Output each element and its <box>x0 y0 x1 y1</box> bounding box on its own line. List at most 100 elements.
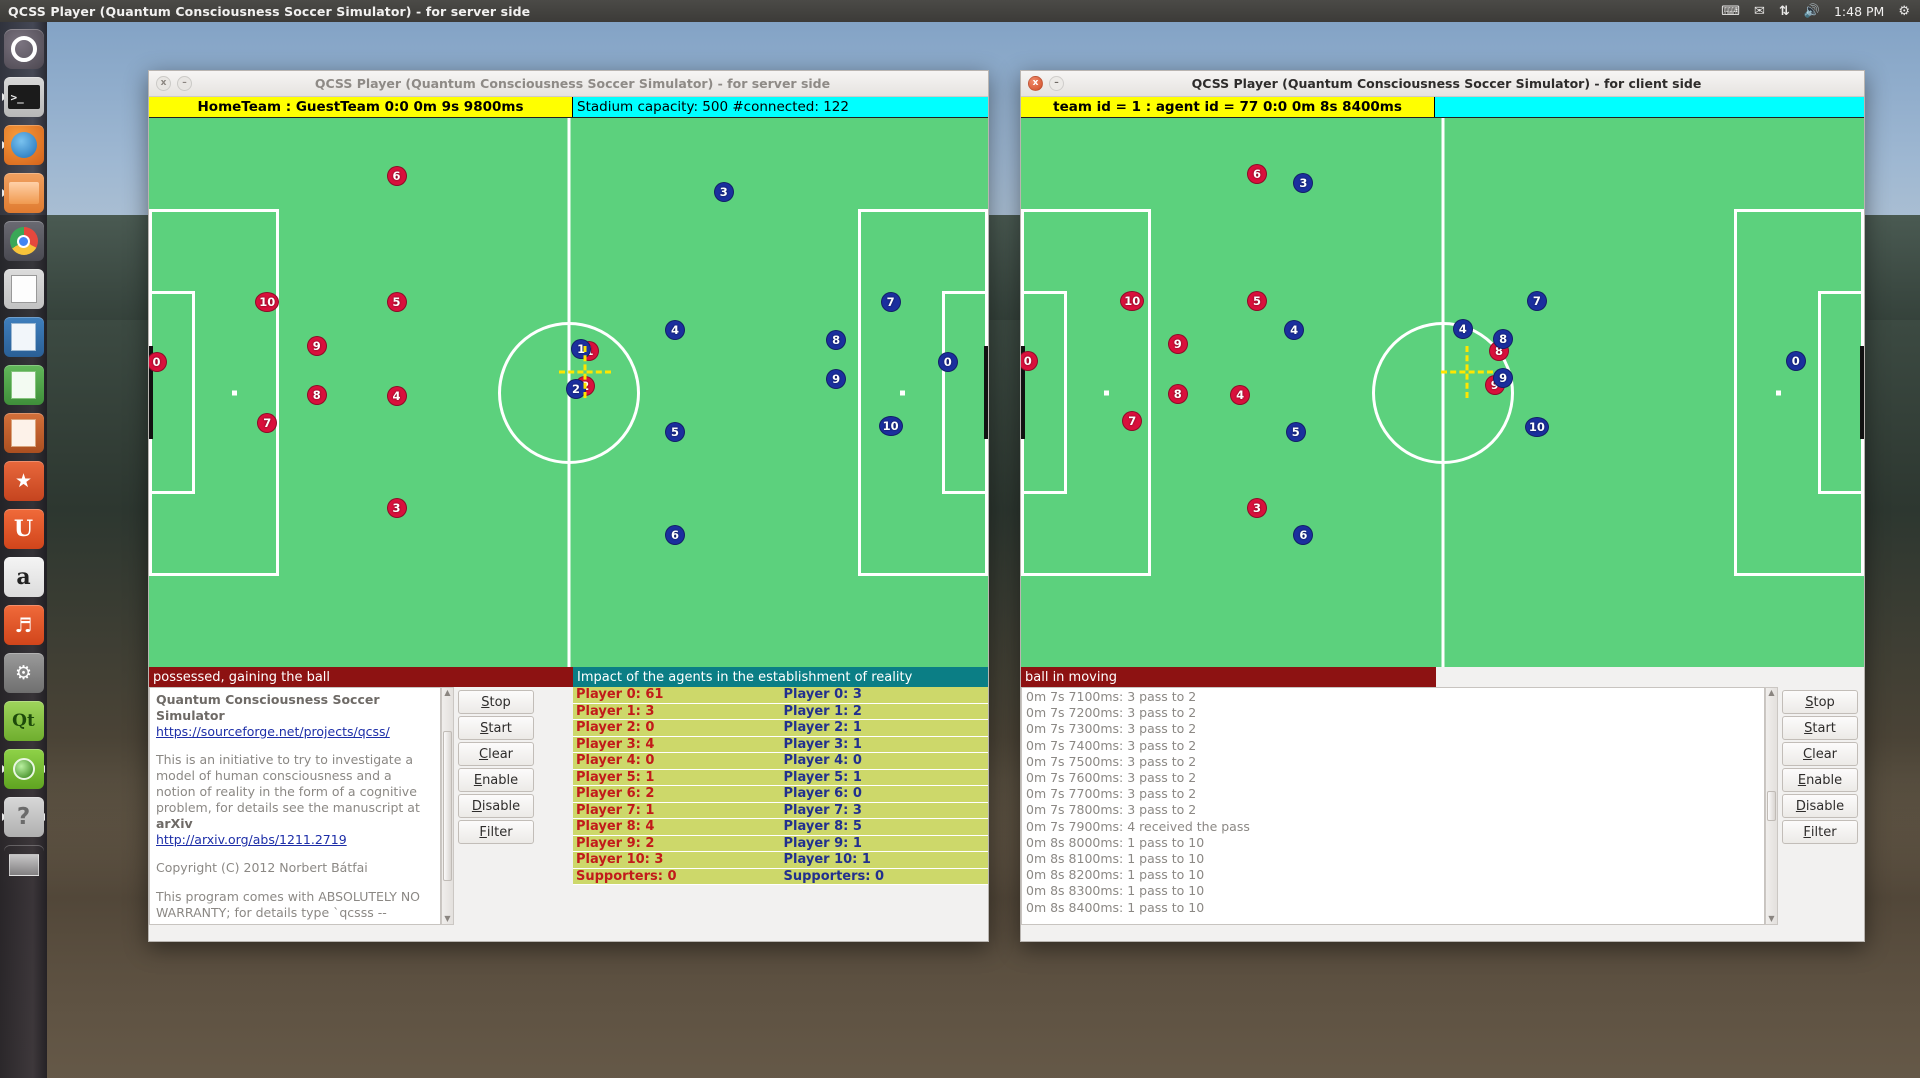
filter-button[interactable]: Filter <box>1782 820 1858 844</box>
log-line: 0m 7s 7500ms: 3 pass to 2 <box>1026 753 1197 769</box>
player-marker-home-4[interactable]: 4 <box>386 385 407 406</box>
player-marker-home-5[interactable]: 5 <box>386 291 407 312</box>
player-marker-guest-6[interactable]: 6 <box>665 525 686 546</box>
launcher-item-impress[interactable] <box>0 409 47 457</box>
player-marker-guest-5[interactable]: 5 <box>1285 422 1306 443</box>
server-window[interactable]: x – QCSS Player (Quantum Consciousness S… <box>148 70 989 942</box>
player-marker-home-6[interactable]: 6 <box>1247 163 1268 184</box>
player-marker-home-10[interactable]: 10 <box>255 291 280 312</box>
stat-row: Player 6: 2 <box>573 786 781 803</box>
power-gear-icon[interactable]: ⚙ <box>1898 5 1910 18</box>
launcher-item-chrome[interactable] <box>0 217 47 265</box>
clear-button[interactable]: Clear <box>458 742 534 766</box>
player-marker-guest-10[interactable]: 10 <box>878 415 903 436</box>
player-marker-guest-4[interactable]: 4 <box>665 319 686 340</box>
player-marker-home-6[interactable]: 6 <box>386 165 407 186</box>
player-marker-home-9[interactable]: 9 <box>306 335 327 356</box>
player-marker-guest-3[interactable]: 3 <box>713 182 734 203</box>
launcher-item-help[interactable]: ? <box>0 793 47 841</box>
launcher-item-trash[interactable] <box>0 841 47 889</box>
log-line: 0m 8s 8100ms: 1 pass to 10 <box>1026 851 1205 867</box>
launcher-item-system-settings[interactable]: ⚙ <box>0 649 47 697</box>
start-button[interactable]: Start <box>458 716 534 740</box>
disable-button[interactable]: Disable <box>458 794 534 818</box>
player-marker-guest-9[interactable]: 9 <box>1493 368 1514 389</box>
launcher-item-qtcreator[interactable]: Qt <box>0 697 47 745</box>
enable-button[interactable]: Enable <box>458 768 534 792</box>
mail-icon[interactable]: ✉ <box>1754 5 1765 18</box>
scroll-up-icon[interactable]: ▲ <box>1768 688 1774 698</box>
player-marker-guest-0[interactable]: 0 <box>1785 351 1806 372</box>
launcher-item-writer[interactable] <box>0 313 47 361</box>
launcher-item-ubuntu-one-music[interactable]: ♬ <box>0 601 47 649</box>
player-marker-home-4[interactable]: 4 <box>1230 384 1251 405</box>
player-marker-home-10[interactable]: 10 <box>1120 290 1145 311</box>
about-heading: Quantum Consciousness Soccer Simulator <box>156 692 380 723</box>
scroll-up-icon[interactable]: ▲ <box>444 688 450 698</box>
player-marker-home-7[interactable]: 7 <box>1122 411 1143 432</box>
server-pitch[interactable]: 610590847312374810925106 <box>149 118 988 667</box>
launcher-item-ubuntu-one[interactable]: U <box>0 505 47 553</box>
player-marker-guest-7[interactable]: 7 <box>880 292 901 313</box>
player-marker-home-3[interactable]: 3 <box>1247 497 1268 518</box>
player-marker-guest-6[interactable]: 6 <box>1293 525 1314 546</box>
launcher-item-gedit[interactable] <box>0 265 47 313</box>
volume-icon[interactable]: 🔊 <box>1804 5 1820 18</box>
launcher-item-amazon[interactable]: a <box>0 553 47 601</box>
player-marker-guest-8[interactable]: 8 <box>826 329 847 350</box>
launcher-item-firefox[interactable] <box>0 121 47 169</box>
minimize-icon[interactable]: – <box>177 76 192 91</box>
player-marker-guest-4[interactable]: 4 <box>1284 319 1305 340</box>
player-marker-guest-7[interactable]: 7 <box>1526 291 1547 312</box>
player-marker-guest-8[interactable]: 8 <box>1493 328 1514 349</box>
filter-button[interactable]: Filter <box>458 820 534 844</box>
launcher-item-dash[interactable] <box>0 25 47 73</box>
player-marker-guest-10[interactable]: 10 <box>1524 416 1549 437</box>
amazon-icon: a <box>3 557 44 597</box>
scroll-down-icon[interactable]: ▼ <box>444 914 450 924</box>
start-button[interactable]: Start <box>1782 716 1858 740</box>
player-marker-home-7[interactable]: 7 <box>257 412 278 433</box>
network-icon[interactable]: ⇅ <box>1779 5 1790 18</box>
arxiv-link[interactable]: http://arxiv.org/abs/1211.2719 <box>150 832 440 847</box>
close-icon[interactable]: x <box>1028 76 1043 91</box>
player-marker-home-5[interactable]: 5 <box>1247 290 1268 311</box>
keyboard-layout-icon[interactable]: ⌨ <box>1721 5 1740 18</box>
clock[interactable]: 1:48 PM <box>1834 4 1884 19</box>
stop-button[interactable]: Stop <box>1782 690 1858 714</box>
player-marker-home-3[interactable]: 3 <box>386 497 407 518</box>
clear-button[interactable]: Clear <box>1782 742 1858 766</box>
player-marker-guest-9[interactable]: 9 <box>826 368 847 389</box>
client-window[interactable]: x – QCSS Player (Quantum Consciousness S… <box>1020 70 1865 942</box>
launcher-item-terminal[interactable]: >_ <box>0 73 47 121</box>
player-marker-home-8[interactable]: 8 <box>1167 384 1188 405</box>
player-marker-guest-0[interactable]: 0 <box>937 351 958 372</box>
disable-button[interactable]: Disable <box>1782 794 1858 818</box>
client-log-box[interactable]: 0m 7s 7100ms: 3 pass to 2 0m 7s 7200ms: 3… <box>1021 687 1765 925</box>
launcher-item-calc[interactable] <box>0 361 47 409</box>
client-window-titlebar[interactable]: x – QCSS Player (Quantum Consciousness S… <box>1021 71 1864 97</box>
launcher-item-qcss[interactable] <box>0 745 47 793</box>
stop-button[interactable]: Stop <box>458 690 534 714</box>
enable-button[interactable]: Enable <box>1782 768 1858 792</box>
project-link[interactable]: https://sourceforge.net/projects/qcss/ <box>150 724 440 739</box>
ball-crosshair[interactable] <box>559 346 612 399</box>
launcher-item-software-center[interactable]: ★ <box>0 457 47 505</box>
server-window-titlebar[interactable]: x – QCSS Player (Quantum Consciousness S… <box>149 71 988 97</box>
scroll-down-icon[interactable]: ▼ <box>1768 914 1774 924</box>
close-icon[interactable]: x <box>156 76 171 91</box>
impact-stats-table[interactable]: Player 0: 61 Player 1: 3 Player 2: 0 Player… <box>573 687 988 925</box>
stat-row: Player 3: 4 <box>573 736 781 753</box>
minimize-icon[interactable]: – <box>1049 76 1064 91</box>
launcher-item-files[interactable] <box>0 169 47 217</box>
player-marker-home-9[interactable]: 9 <box>1167 334 1188 355</box>
player-marker-home-8[interactable]: 8 <box>306 385 327 406</box>
about-scrollbar[interactable]: ▲ ▼ <box>441 687 454 925</box>
client-log-scrollbar[interactable]: ▲ ▼ <box>1765 687 1778 925</box>
about-textbox[interactable]: Quantum Consciousness Soccer Simulator h… <box>149 687 441 925</box>
player-marker-guest-4[interactable]: 4 <box>1452 319 1473 340</box>
client-pitch[interactable]: 6 10 5 9 0 8 4 7 3 8 9 3 4 5 6 7 8 9 10 0 4 <box>1021 118 1864 667</box>
ball-crosshair[interactable] <box>1440 345 1493 398</box>
player-marker-guest-3[interactable]: 3 <box>1293 172 1314 193</box>
player-marker-guest-5[interactable]: 5 <box>665 422 686 443</box>
